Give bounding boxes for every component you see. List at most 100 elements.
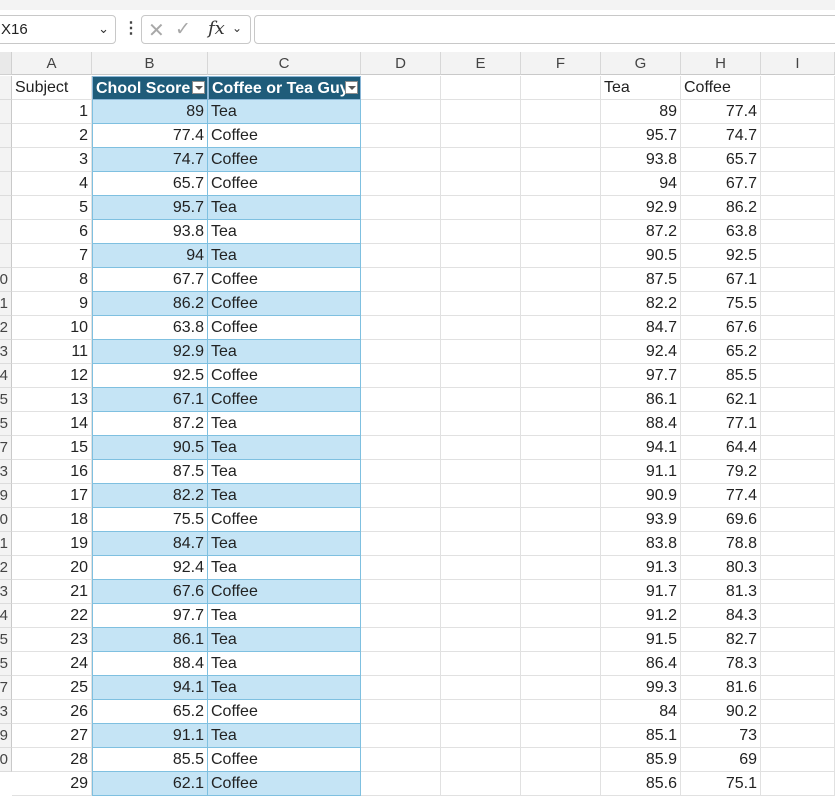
cell[interactable] [761, 772, 835, 796]
tea-cell[interactable]: 85.9 [601, 748, 681, 772]
cell[interactable] [441, 460, 521, 484]
row-header[interactable]: 4 [0, 364, 12, 388]
cell[interactable] [441, 220, 521, 244]
column-header-a[interactable]: A [12, 52, 92, 75]
cell[interactable] [521, 436, 601, 460]
subject-cell[interactable]: 13 [12, 388, 92, 412]
score-cell[interactable]: 92.9 [92, 340, 208, 364]
cell[interactable] [441, 628, 521, 652]
tea-cell[interactable]: 92.4 [601, 340, 681, 364]
cell[interactable] [361, 412, 441, 436]
coffee-cell[interactable]: 69.6 [681, 508, 761, 532]
cell[interactable] [521, 628, 601, 652]
type-cell[interactable]: Coffee [208, 364, 361, 388]
cell[interactable] [521, 748, 601, 772]
cell[interactable] [441, 268, 521, 292]
cell[interactable] [441, 124, 521, 148]
cell[interactable] [361, 388, 441, 412]
cell[interactable] [761, 364, 835, 388]
cell[interactable] [361, 628, 441, 652]
cell[interactable] [761, 292, 835, 316]
cell[interactable] [761, 724, 835, 748]
column-header-e[interactable]: E [441, 52, 521, 75]
header-subject[interactable]: Subject [12, 76, 92, 100]
cell[interactable] [521, 292, 601, 316]
type-cell[interactable]: Tea [208, 460, 361, 484]
cell[interactable] [361, 748, 441, 772]
cell[interactable] [521, 76, 601, 100]
score-cell[interactable]: 75.5 [92, 508, 208, 532]
type-cell[interactable]: Coffee [208, 508, 361, 532]
tea-cell[interactable]: 84.7 [601, 316, 681, 340]
coffee-cell[interactable]: 85.5 [681, 364, 761, 388]
type-cell[interactable]: Tea [208, 484, 361, 508]
cell[interactable] [521, 676, 601, 700]
coffee-cell[interactable]: 62.1 [681, 388, 761, 412]
row-header[interactable]: 0 [0, 748, 12, 772]
score-cell[interactable]: 86.1 [92, 628, 208, 652]
cell[interactable] [361, 508, 441, 532]
subject-cell[interactable]: 26 [12, 700, 92, 724]
cell[interactable] [441, 676, 521, 700]
column-header-c[interactable]: C [208, 52, 361, 75]
select-all-corner[interactable] [0, 52, 12, 75]
column-header-d[interactable]: D [361, 52, 441, 75]
score-cell[interactable]: 77.4 [92, 124, 208, 148]
type-cell[interactable]: Tea [208, 196, 361, 220]
cell[interactable] [361, 676, 441, 700]
cell[interactable] [361, 436, 441, 460]
tea-cell[interactable]: 85.1 [601, 724, 681, 748]
column-header-i[interactable]: I [761, 52, 835, 75]
cell[interactable] [441, 604, 521, 628]
tea-cell[interactable]: 84 [601, 700, 681, 724]
type-cell[interactable]: Tea [208, 220, 361, 244]
cell[interactable] [521, 460, 601, 484]
subject-cell[interactable]: 21 [12, 580, 92, 604]
type-cell[interactable]: Tea [208, 604, 361, 628]
tea-cell[interactable]: 93.9 [601, 508, 681, 532]
chevron-down-icon[interactable]: ⌄ [232, 21, 242, 35]
subject-cell[interactable]: 10 [12, 316, 92, 340]
cell[interactable] [521, 220, 601, 244]
coffee-cell[interactable]: 79.2 [681, 460, 761, 484]
cell[interactable] [761, 436, 835, 460]
cell[interactable] [361, 196, 441, 220]
row-header[interactable] [0, 196, 12, 220]
row-header[interactable]: 0 [0, 508, 12, 532]
cell[interactable] [361, 268, 441, 292]
cell[interactable] [761, 268, 835, 292]
cell[interactable] [761, 748, 835, 772]
cell[interactable] [361, 724, 441, 748]
cell[interactable] [361, 652, 441, 676]
score-cell[interactable]: 82.2 [92, 484, 208, 508]
cell[interactable] [521, 172, 601, 196]
cell[interactable] [361, 460, 441, 484]
coffee-cell[interactable]: 90.2 [681, 700, 761, 724]
row-header[interactable]: 2 [0, 316, 12, 340]
coffee-cell[interactable]: 64.4 [681, 436, 761, 460]
cell[interactable] [521, 508, 601, 532]
cell[interactable] [761, 76, 835, 100]
type-cell[interactable]: Tea [208, 556, 361, 580]
cell[interactable] [521, 244, 601, 268]
cell[interactable] [361, 172, 441, 196]
cell[interactable] [761, 652, 835, 676]
coffee-cell[interactable]: 77.1 [681, 412, 761, 436]
subject-cell[interactable]: 1 [12, 100, 92, 124]
score-cell[interactable]: 94 [92, 244, 208, 268]
tea-cell[interactable]: 86.4 [601, 652, 681, 676]
column-header-g[interactable]: G [601, 52, 681, 75]
cell[interactable] [761, 508, 835, 532]
cell[interactable] [761, 340, 835, 364]
subject-cell[interactable]: 20 [12, 556, 92, 580]
checkmark-icon[interactable]: ✓ [175, 18, 191, 41]
score-cell[interactable]: 62.1 [92, 772, 208, 796]
tea-cell[interactable]: 91.7 [601, 580, 681, 604]
cell[interactable] [441, 364, 521, 388]
cell[interactable] [441, 76, 521, 100]
score-cell[interactable]: 87.2 [92, 412, 208, 436]
cell[interactable] [441, 172, 521, 196]
type-cell[interactable]: Coffee [208, 124, 361, 148]
subject-cell[interactable]: 29 [12, 772, 92, 796]
cell[interactable] [761, 196, 835, 220]
